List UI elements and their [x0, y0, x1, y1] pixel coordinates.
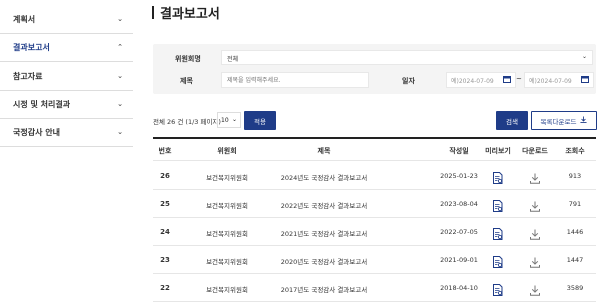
- sidebar-item-label: 참고자료: [13, 71, 43, 81]
- row-views: 1447: [566, 256, 584, 264]
- row-committee: 보건복지위원회: [206, 230, 248, 238]
- download-icon: [580, 116, 587, 125]
- document-preview-icon[interactable]: [493, 225, 504, 244]
- sidebar-item-label: 국정감사 안내: [13, 127, 60, 137]
- date-to-placeholder: 예)2024-07-09: [529, 78, 572, 85]
- chevron-down-icon: ⌄: [231, 116, 237, 123]
- sidebar: 계획서 ⌄ 결과보고서 ⌃ 참고자료 ⌄ 시정 및 처리결과 ⌄ 국정감사 안내…: [0, 0, 133, 303]
- sidebar-item-label: 시정 및 처리결과: [13, 99, 71, 109]
- date-label: 일자: [402, 77, 415, 85]
- list-download-label: 목록다운로드: [540, 117, 577, 126]
- search-button[interactable]: 검색: [496, 111, 528, 130]
- table-row[interactable]: 25 보건복지위원회 2022년도 국정감사 결과보고서 2023-08-04 791: [153, 190, 596, 218]
- row-title[interactable]: 2017년도 국정감사 결과보고서: [281, 284, 367, 294]
- row-number: 23: [160, 256, 170, 264]
- list-download-button[interactable]: 목록다운로드: [531, 111, 597, 130]
- row-title[interactable]: 2020년도 국정감사 결과보고서: [281, 256, 367, 266]
- row-date: 2021-09-01: [440, 256, 478, 264]
- committee-select-value: 전체: [227, 56, 239, 63]
- row-date: 2025-01-23: [440, 172, 478, 180]
- per-page-value: 10: [221, 117, 229, 124]
- committee-select[interactable]: 전체 ⌄: [221, 50, 593, 65]
- row-committee: 보건복지위원회: [206, 174, 248, 182]
- title-accent-bar: [152, 6, 154, 19]
- row-number: 25: [160, 200, 170, 208]
- date-from-placeholder: 예)2024-07-09: [451, 78, 494, 85]
- row-date: 2022-07-05: [440, 228, 478, 236]
- date-range-separator: ~: [516, 75, 522, 83]
- document-preview-icon[interactable]: [493, 281, 504, 300]
- document-preview-icon[interactable]: [493, 197, 504, 216]
- subject-input[interactable]: [221, 72, 369, 88]
- download-icon[interactable]: [530, 225, 540, 244]
- sidebar-item-result-report[interactable]: 결과보고서 ⌃: [0, 33, 133, 61]
- subject-label: 제목: [180, 77, 193, 85]
- sidebar-item-plan[interactable]: 계획서 ⌄: [0, 5, 133, 33]
- row-number: 24: [160, 228, 170, 236]
- document-preview-icon[interactable]: [493, 253, 504, 272]
- total-count: 전체 26 건 (1/3 페이지): [153, 118, 221, 126]
- download-icon[interactable]: [530, 253, 540, 272]
- row-committee: 보건복지위원회: [206, 286, 248, 294]
- page-title: 결과보고서: [160, 7, 220, 22]
- row-committee: 보건복지위원회: [206, 258, 248, 266]
- row-views: 1446: [566, 228, 584, 236]
- chevron-down-icon: ⌄: [117, 15, 123, 23]
- per-page-select[interactable]: 10 ⌄: [217, 112, 241, 128]
- row-committee: 보건복지위원회: [206, 202, 248, 210]
- download-icon[interactable]: [530, 197, 540, 216]
- row-views: 913: [568, 172, 582, 180]
- date-to-input[interactable]: 예)2024-07-09: [524, 72, 594, 88]
- calendar-icon[interactable]: [581, 75, 589, 85]
- row-title[interactable]: 2024년도 국정감사 결과보고서: [281, 172, 367, 182]
- row-divider: [153, 301, 596, 302]
- header-row: [153, 133, 596, 161]
- chevron-down-icon: ⌄: [117, 72, 123, 80]
- row-date: 2018-04-10: [440, 284, 478, 292]
- row-title[interactable]: 2021년도 국정감사 결과보고서: [281, 228, 367, 238]
- apply-button[interactable]: 적용: [244, 111, 276, 130]
- chevron-down-icon: ⌄: [581, 53, 587, 60]
- download-icon[interactable]: [530, 169, 540, 188]
- row-number: 22: [160, 284, 170, 292]
- row-views: 791: [568, 200, 582, 208]
- table-row[interactable]: 26 보건복지위원회 2024년도 국정감사 결과보고서 2025-01-23 913: [153, 162, 596, 190]
- table-row[interactable]: 23 보건복지위원회 2020년도 국정감사 결과보고서 2021-09-01 1447: [153, 246, 596, 274]
- sidebar-item-audit-guide[interactable]: 국정감사 안내 ⌄: [0, 118, 133, 146]
- row-date: 2023-08-04: [440, 200, 478, 208]
- row-views: 3589: [566, 284, 584, 292]
- chevron-up-icon: ⌃: [117, 43, 123, 51]
- sidebar-item-reference[interactable]: 참고자료 ⌄: [0, 62, 133, 90]
- table-row[interactable]: 24 보건복지위원회 2021년도 국정감사 결과보고서 2022-07-05 1446: [153, 218, 596, 246]
- chevron-down-icon: ⌄: [117, 100, 123, 108]
- row-title[interactable]: 2022년도 국정감사 결과보고서: [281, 200, 367, 210]
- row-divider: [153, 160, 596, 161]
- committee-label: 위원회명: [175, 55, 201, 63]
- sidebar-item-correction[interactable]: 시정 및 처리결과 ⌄: [0, 90, 133, 118]
- divider: [0, 146, 133, 147]
- sidebar-item-label: 계획서: [13, 14, 36, 24]
- calendar-icon[interactable]: [503, 75, 511, 85]
- row-number: 26: [160, 172, 170, 180]
- table-row[interactable]: 22 보건복지위원회 2017년도 국정감사 결과보고서 2018-04-10 3589: [153, 274, 596, 302]
- sidebar-item-label: 결과보고서: [13, 42, 50, 52]
- download-icon[interactable]: [530, 281, 540, 300]
- document-preview-icon[interactable]: [493, 169, 504, 188]
- date-from-input[interactable]: 예)2024-07-09: [446, 72, 516, 88]
- chevron-down-icon: ⌄: [117, 128, 123, 136]
